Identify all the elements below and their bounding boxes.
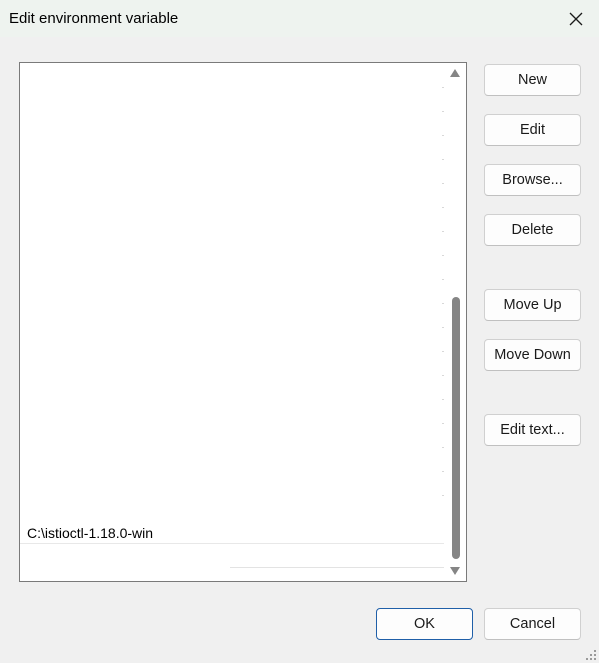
delete-button[interactable]: Delete <box>484 214 581 246</box>
list-edit-line <box>230 567 444 568</box>
browse-button[interactable]: Browse... <box>484 164 581 196</box>
scroll-down-button[interactable] <box>449 565 461 577</box>
move-up-button[interactable]: Move Up <box>484 289 581 321</box>
edit-button[interactable]: Edit <box>484 114 581 146</box>
move-down-button[interactable]: Move Down <box>484 339 581 371</box>
window-title: Edit environment variable <box>9 10 179 27</box>
edit-text-button[interactable]: Edit text... <box>484 414 581 446</box>
vertical-scrollbar[interactable] <box>444 63 466 581</box>
scroll-thumb[interactable] <box>452 297 460 559</box>
list-item[interactable]: C:\istioctl-1.18.0-win <box>27 524 153 542</box>
cancel-button[interactable]: Cancel <box>484 608 581 640</box>
path-list-area[interactable]: C:\istioctl-1.18.0-win <box>20 63 444 581</box>
scroll-up-button[interactable] <box>449 67 461 79</box>
resize-grip-icon[interactable] <box>585 649 597 661</box>
ok-button[interactable]: OK <box>376 608 473 640</box>
scroll-down-arrow-icon <box>450 567 460 575</box>
path-list[interactable]: C:\istioctl-1.18.0-win <box>19 62 467 582</box>
scroll-up-arrow-icon <box>450 69 460 77</box>
title-bar: Edit environment variable <box>0 0 599 37</box>
close-button[interactable] <box>553 0 599 37</box>
new-button[interactable]: New <box>484 64 581 96</box>
list-item-divider <box>20 543 444 544</box>
edit-environment-variable-dialog: Edit environment variable C:\istioctl-1.… <box>0 0 599 663</box>
close-icon <box>569 12 583 25</box>
